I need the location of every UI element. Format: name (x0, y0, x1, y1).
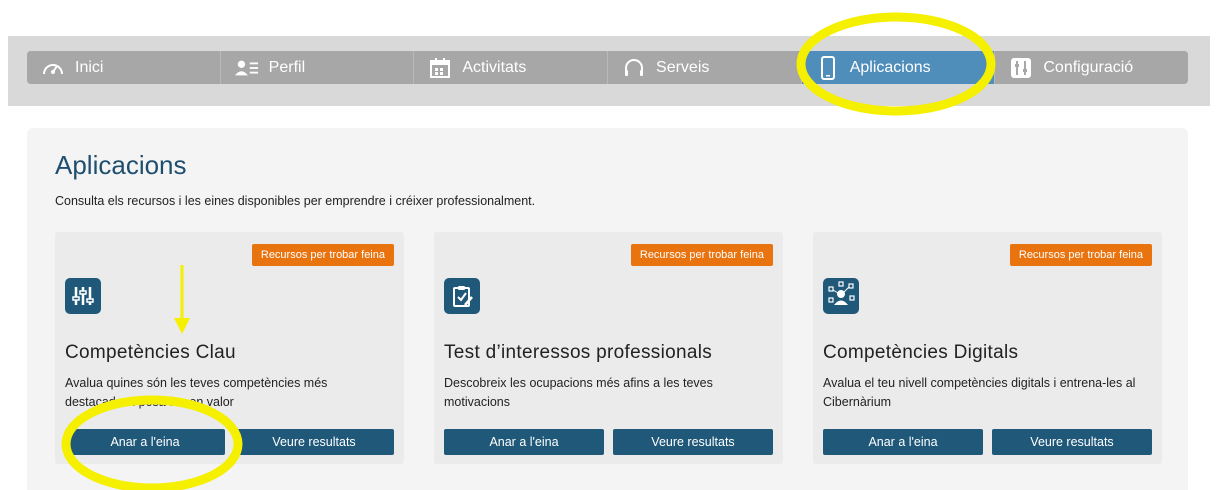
headset-icon (622, 57, 646, 79)
card-description: Descobreix les ocupacions més afins a le… (444, 376, 713, 409)
page-subtitle: Consulta els recursos i les eines dispon… (55, 194, 536, 208)
user-network-icon (823, 278, 859, 314)
nav-item-serveis[interactable]: Serveis (608, 51, 802, 84)
category-tag[interactable]: Recursos per trobar feina (251, 244, 394, 266)
calendar-icon (428, 57, 452, 79)
card-title: Competències Clau (65, 342, 236, 363)
nav-label: Aplicacions (849, 58, 931, 76)
go-to-tool-button[interactable]: Anar a l'eina (823, 429, 983, 455)
sliders-icon (65, 278, 101, 314)
profile-icon (234, 57, 259, 79)
go-to-tool-button[interactable]: Anar a l'eina (444, 429, 604, 455)
view-results-button[interactable]: Veure resultats (613, 429, 773, 455)
clipboard-edit-icon (444, 278, 480, 314)
card-description: Avalua el teu nivell competències digita… (823, 376, 1136, 409)
go-to-tool-button[interactable]: Anar a l'eina (65, 429, 225, 455)
settings-sliders-icon (1009, 57, 1033, 79)
nav-label: Serveis (656, 58, 710, 76)
page-title: Aplicacions (55, 150, 187, 180)
nav-label: Inici (75, 58, 104, 76)
card-title: Test d’interessos professionals (444, 342, 713, 363)
nav-item-inici[interactable]: Inici (27, 51, 221, 84)
nav-item-activitats[interactable]: Activitats (414, 51, 609, 84)
app-card-competencies-digitals: Recursos per trobar feina Competències D… (813, 232, 1162, 464)
app-card-test-interessos: Recursos per trobar feina Test d’interes… (434, 232, 783, 464)
category-tag[interactable]: Recursos per trobar feina (1009, 244, 1152, 266)
view-results-button[interactable]: Veure resultats (234, 429, 394, 455)
nav-item-configuracio[interactable]: Configuració (995, 51, 1188, 84)
nav-item-aplicacions[interactable]: Aplicacions (801, 51, 996, 84)
card-description: Avalua quines són les teves competències… (65, 376, 328, 409)
gauge-icon (41, 57, 65, 79)
category-tag[interactable]: Recursos per trobar feina (630, 244, 773, 266)
nav-item-perfil[interactable]: Perfil (220, 51, 415, 84)
card-title: Competències Digitals (823, 342, 1019, 363)
nav-label: Activitats (462, 58, 527, 76)
phone-icon (816, 55, 840, 80)
view-results-button[interactable]: Veure resultats (992, 429, 1152, 455)
app-card-competencies-clau: Recursos per trobar feina Competències C… (55, 232, 404, 464)
nav-label: Perfil (268, 58, 306, 76)
main-nav: Inici Perfil Activitats Serveis Aplicaci… (27, 51, 1188, 84)
nav-label: Configuració (1043, 58, 1134, 76)
